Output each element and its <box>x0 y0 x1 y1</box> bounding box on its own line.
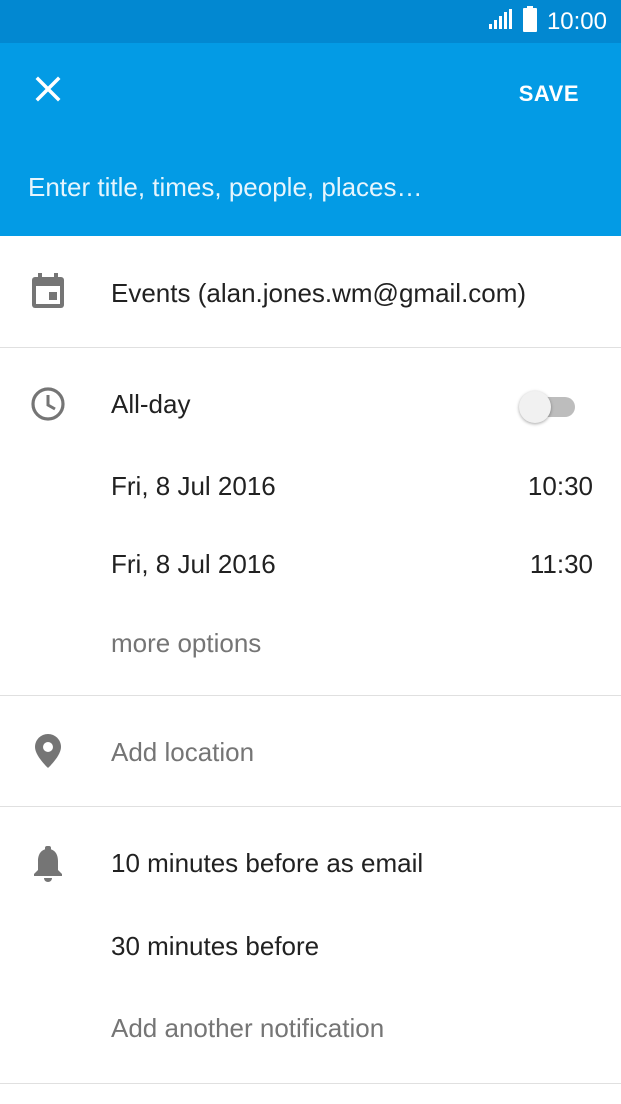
calendar-section: Events (alan.jones.wm@gmail.com) <box>0 236 621 348</box>
title-input[interactable] <box>28 167 588 207</box>
signal-icon <box>488 9 513 34</box>
notifications-section: 10 minutes before as email 30 minutes be… <box>0 807 621 1084</box>
start-date[interactable]: Fri, 8 Jul 2016 <box>111 471 276 501</box>
battery-icon <box>522 6 537 37</box>
start-time[interactable]: 10:30 <box>528 471 593 501</box>
location-pin-icon <box>28 731 68 771</box>
app-bar: SAVE <box>0 43 621 236</box>
notification-item[interactable]: 10 minutes before as email <box>111 848 423 878</box>
time-section: All-day Fri, 8 Jul 2016 10:30 Fri, 8 Jul… <box>0 348 621 696</box>
bell-icon <box>28 844 68 884</box>
clock-icon <box>28 384 68 424</box>
end-time[interactable]: 11:30 <box>530 549 593 579</box>
save-button[interactable]: SAVE <box>519 81 579 107</box>
status-time: 10:00 <box>546 7 607 35</box>
close-icon <box>35 76 61 107</box>
add-notification-link[interactable]: Add another notification <box>111 1013 384 1043</box>
calendar-icon <box>28 271 68 311</box>
all-day-toggle[interactable] <box>519 387 575 423</box>
status-bar: 10:00 <box>0 0 621 43</box>
status-indicators: 10:00 <box>488 0 607 43</box>
calendar-account[interactable]: Events (alan.jones.wm@gmail.com) <box>111 278 526 308</box>
location-section: Add location <box>0 696 621 807</box>
end-date[interactable]: Fri, 8 Jul 2016 <box>111 549 276 579</box>
toggle-thumb <box>519 391 551 423</box>
all-day-label: All-day <box>111 389 191 419</box>
add-location-field[interactable]: Add location <box>111 737 254 767</box>
more-options-link[interactable]: more options <box>111 628 261 658</box>
close-button[interactable] <box>28 71 68 111</box>
notification-item[interactable]: 30 minutes before <box>111 931 319 961</box>
